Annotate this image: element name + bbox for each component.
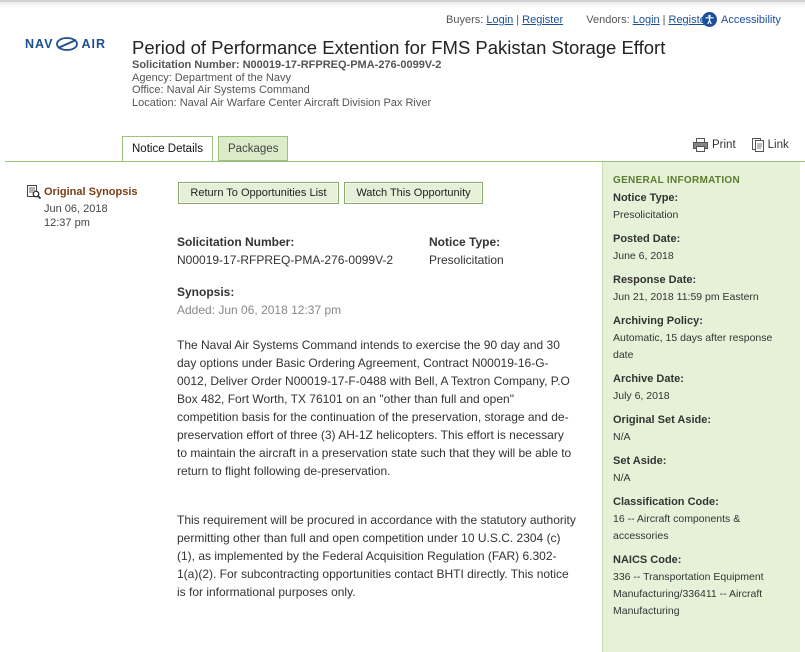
info-label: Archive Date: — [613, 373, 684, 385]
info-response-date: Response Date: Jun 21, 2018 11:59 pm Eas… — [613, 272, 793, 306]
tab-packages[interactable]: Packages — [217, 136, 289, 161]
info-value: Automatic, 15 days after response date — [613, 332, 773, 361]
page-title: Period of Performance Extention for FMS … — [132, 37, 666, 58]
print-label: Print — [712, 139, 736, 151]
return-to-list-button[interactable]: Return To Opportunities List — [178, 182, 339, 204]
logo-wing-icon — [56, 37, 79, 51]
info-archiving-policy: Archiving Policy: Automatic, 15 days aft… — [613, 313, 793, 364]
printer-icon — [693, 138, 708, 152]
document-search-icon — [27, 185, 41, 199]
solicitation-number-label: Solicitation Number: — [177, 235, 295, 249]
separator: | — [662, 14, 666, 26]
original-synopsis-label: Original Synopsis — [44, 186, 138, 198]
notice-type-label: Notice Type: — [429, 235, 501, 249]
accessibility-label: Accessibility — [721, 13, 781, 26]
info-value: 16 -- Aircraft components & accessories — [613, 513, 741, 542]
tab-bar: Notice Details Packages — [122, 136, 293, 162]
info-set-aside: Set Aside: N/A — [613, 453, 793, 487]
tab-notice-details[interactable]: Notice Details — [122, 136, 213, 162]
vendors-login-link[interactable]: Login — [633, 14, 660, 26]
info-label: Set Aside: — [613, 455, 667, 467]
original-synopsis-link[interactable]: Original Synopsis — [27, 185, 138, 199]
info-value: Jun 21, 2018 11:59 pm Eastern — [613, 291, 759, 303]
separator: | — [516, 14, 520, 26]
office: Office: Naval Air Systems Command — [132, 84, 310, 97]
utility-links: Print Link — [693, 138, 789, 152]
info-label: Posted Date: — [613, 233, 681, 245]
synopsis-paragraph-2: This requirement will be procured in acc… — [177, 513, 576, 599]
navair-logo[interactable]: NAV AIR — [25, 36, 106, 52]
buyers-register-link[interactable]: Register — [522, 14, 563, 26]
agency: Agency: Department of the Navy — [132, 71, 291, 84]
link-button[interactable]: Link — [751, 138, 789, 152]
notice-type-value: Presolicitation — [429, 253, 504, 267]
info-label: Notice Type: — [613, 192, 679, 204]
watch-opportunity-button[interactable]: Watch This Opportunity — [344, 182, 483, 204]
top-bar — [0, 0, 805, 8]
info-value: N/A — [613, 472, 631, 484]
info-naics-code: NAICS Code: 336 -- Transportation Equipm… — [613, 552, 793, 620]
info-value: Presolicitation — [613, 209, 679, 221]
link-label: Link — [767, 139, 789, 151]
synopsis-date: Jun 06, 2018 — [44, 203, 108, 215]
info-label: Response Date: — [613, 274, 697, 286]
solicitation-number: Solicitation Number: N00019-17-RFPREQ-PM… — [132, 59, 442, 71]
info-value: 336 -- Transportation Equipment Manufact… — [613, 571, 764, 617]
link-icon — [751, 138, 764, 152]
info-value: June 6, 2018 — [613, 250, 674, 262]
synopsis-paragraph-1: The Naval Air Systems Command intends to… — [177, 338, 572, 478]
logo-text-nav: NAV — [25, 37, 54, 51]
accessibility-icon — [702, 12, 717, 27]
print-button[interactable]: Print — [693, 138, 736, 152]
synopsis-time: 12:37 pm — [44, 217, 90, 229]
accessibility-link[interactable]: Accessibility — [702, 12, 781, 27]
info-label: Original Set Aside: — [613, 414, 712, 426]
general-information-panel: GENERAL INFORMATION Notice Type: Presoli… — [602, 162, 800, 652]
info-label: NAICS Code: — [613, 554, 682, 566]
info-label: Archiving Policy: — [613, 315, 703, 327]
logo-text-air: AIR — [81, 37, 106, 51]
general-information-heading: GENERAL INFORMATION — [613, 175, 740, 186]
vendors-label: Vendors: — [586, 14, 630, 26]
synopsis-heading: Synopsis: — [177, 285, 235, 299]
synopsis-history: Original Synopsis Jun 06, 2018 12:37 pm — [27, 185, 138, 230]
solicitation-number-value: N00019-17-RFPREQ-PMA-276-0099V-2 — [177, 253, 394, 267]
info-original-set-aside: Original Set Aside: N/A — [613, 412, 793, 446]
info-archive-date: Archive Date: July 6, 2018 — [613, 371, 793, 405]
info-notice-type: Notice Type: Presolicitation — [613, 190, 793, 224]
notice-meta: Solicitation Number: N00019-17-RFPREQ-PM… — [132, 59, 441, 109]
buyers-login-link[interactable]: Login — [486, 14, 513, 26]
buyers-label: Buyers: — [446, 14, 484, 26]
info-posted-date: Posted Date: June 6, 2018 — [613, 231, 793, 265]
location: Location: Naval Air Warfare Center Aircr… — [132, 96, 432, 109]
info-value: N/A — [613, 431, 631, 443]
account-links: Buyers: Login | Register Vendors: Login | Re… — [446, 14, 709, 26]
info-classification-code: Classification Code: 16 -- Aircraft comp… — [613, 494, 793, 545]
info-value: July 6, 2018 — [613, 390, 670, 402]
synopsis-added-date: Added: Jun 06, 2018 12:37 pm — [177, 303, 342, 317]
info-label: Classification Code: — [613, 496, 719, 508]
